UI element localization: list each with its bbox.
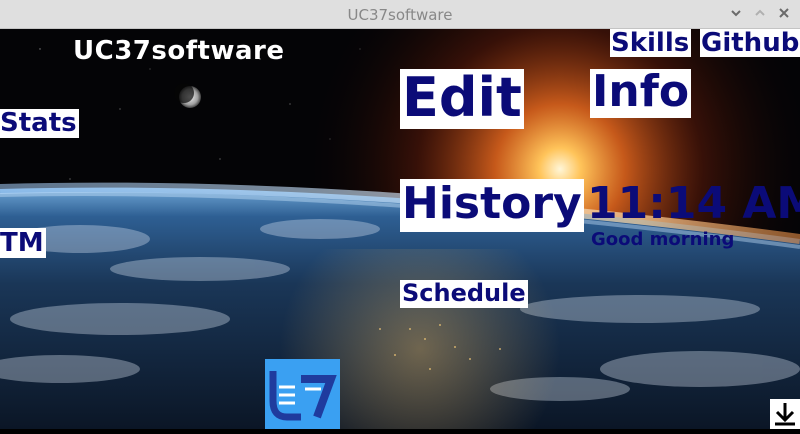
edit-button[interactable]: Edit <box>400 69 524 129</box>
greeting-text: Good morning <box>591 229 735 250</box>
chevron-down-icon[interactable] <box>728 5 744 21</box>
github-button[interactable]: Github <box>700 29 800 57</box>
schedule-button[interactable]: Schedule <box>400 280 528 308</box>
history-button[interactable]: History <box>400 179 584 232</box>
stats-button[interactable]: Stats <box>0 109 79 138</box>
tm-button[interactable]: TM <box>0 228 46 258</box>
info-button[interactable]: Info <box>590 69 692 118</box>
close-icon[interactable] <box>776 5 792 21</box>
clock-time: 11:14 AM <box>587 178 800 229</box>
uc-logo-icon[interactable] <box>265 359 340 429</box>
download-icon[interactable] <box>770 399 800 429</box>
app-title: UC37software <box>73 36 285 66</box>
skills-button[interactable]: Skills <box>610 29 692 57</box>
window-titlebar[interactable]: UC37software <box>0 0 800 29</box>
window-controls <box>728 5 792 21</box>
window-title: UC37software <box>347 6 453 24</box>
chevron-up-icon[interactable] <box>752 5 768 21</box>
